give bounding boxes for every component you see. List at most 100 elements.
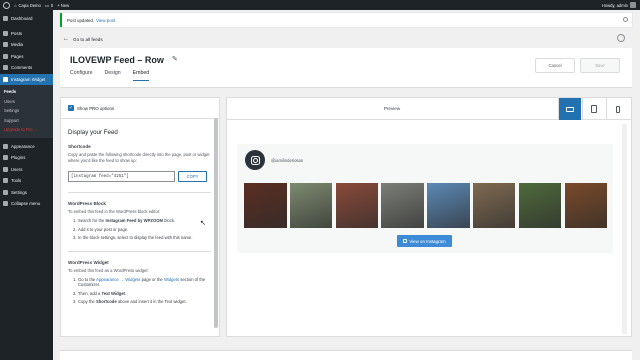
- users-icon: [3, 166, 8, 172]
- widget-step-1: 1. Go to the Appearance → Widgets page or…: [73, 276, 206, 288]
- plugin-icon: [3, 155, 8, 161]
- divider: [68, 192, 211, 193]
- cancel-button[interactable]: Cancel: [535, 58, 575, 73]
- save-button[interactable]: Save: [580, 58, 620, 73]
- admin-bar: ⌂ Capa Demo ▭ 0 + New Howdy, admin: [0, 0, 640, 10]
- sidebar-item-instagram-widget[interactable]: Instagram Widget: [0, 73, 53, 85]
- site-name-link[interactable]: ⌂ Capa Demo: [14, 3, 41, 8]
- sidebar-item-collapse-menu[interactable]: Collapse menu: [0, 198, 53, 210]
- media-icon: [3, 42, 8, 48]
- sidebar-item-plugins[interactable]: Plugins: [0, 152, 53, 164]
- preview-toolbar: Preview: [227, 98, 631, 120]
- pin-icon: [3, 30, 8, 36]
- sidebar-item-comments[interactable]: Comments: [0, 62, 53, 74]
- preview-scrollbar[interactable]: [622, 124, 627, 334]
- instagram-avatar: [245, 150, 265, 170]
- sidebar-item-dashboard[interactable]: Dashboard: [0, 13, 53, 25]
- instagram-photo[interactable]: [518, 183, 562, 228]
- dashboard-icon: [3, 16, 8, 22]
- tablet-view-button[interactable]: [582, 98, 605, 120]
- pencil-icon[interactable]: ✎: [172, 55, 178, 63]
- block-intro: To embed this feed in the WordPress bloc…: [68, 209, 161, 214]
- tab-configure[interactable]: Configure: [70, 70, 93, 81]
- divider: [68, 250, 211, 252]
- desktop-icon: [566, 106, 574, 112]
- admin-sidebar: Dashboard Posts Media Pages Comments Ins…: [0, 10, 53, 360]
- shortcode-description: Copy and paste the following shortcode d…: [68, 152, 210, 163]
- submenu-item-users[interactable]: Users: [0, 97, 53, 107]
- back-to-feeds-link[interactable]: ← Go to all feeds: [63, 36, 103, 42]
- avatar: [630, 2, 636, 8]
- home-icon: ⌂: [14, 2, 17, 8]
- wordpress-logo-icon[interactable]: [3, 1, 10, 9]
- feed-header: ILOVEWP Feed – Row ✎ Configure Design Em…: [60, 48, 632, 88]
- copy-button[interactable]: COPY: [178, 171, 207, 182]
- widgets-link[interactable]: Widgets: [164, 277, 179, 282]
- instagram-photo[interactable]: [289, 183, 333, 228]
- block-heading: WordPress Block: [68, 201, 106, 206]
- shortcode-heading: Shortcode: [68, 144, 91, 149]
- widget-intro: To embed this feed as a WordPress widget…: [68, 267, 149, 273]
- submenu-item-settings[interactable]: Settings: [0, 106, 53, 116]
- page-icon: [3, 53, 8, 59]
- instagram-photo[interactable]: [244, 183, 287, 228]
- sidebar-item-tools[interactable]: Tools: [0, 175, 53, 187]
- appearance-widgets-link[interactable]: Appearance → Widgets: [96, 277, 140, 282]
- sidebar-item-pages[interactable]: Pages: [0, 51, 53, 63]
- account-menu[interactable]: Howdy, admin: [602, 2, 636, 8]
- arrow-left-icon: ←: [63, 36, 69, 42]
- desktop-view-button[interactable]: [558, 98, 581, 120]
- instagram-submenu: Feeds Users Settings Support Upgrade to …: [0, 85, 53, 138]
- instagram-photo[interactable]: [427, 183, 470, 228]
- block-step-2: 2. Add it to your post or page.: [73, 226, 129, 232]
- submenu-item-feeds[interactable]: Feeds: [0, 87, 53, 97]
- gear-icon[interactable]: [617, 34, 625, 42]
- instagram-icon: [250, 155, 260, 165]
- widget-step-2: 2. Then, add a Text Widget.: [73, 290, 127, 296]
- instagram-photo[interactable]: [472, 183, 516, 228]
- comment-icon: [3, 65, 8, 71]
- instagram-photo[interactable]: [381, 183, 424, 228]
- collapse-icon: [3, 201, 8, 207]
- checkbox-checked-icon[interactable]: ✓: [68, 105, 74, 111]
- panel-scrollbar[interactable]: [214, 118, 218, 328]
- pro-options-toggle[interactable]: ✓ Show PRO options: [61, 98, 219, 119]
- embed-settings-panel: ✓ Show PRO options Display your Feed Sho…: [60, 97, 220, 337]
- notice-text: Post updated.: [67, 17, 95, 23]
- view-on-instagram-button[interactable]: View on Instagram: [397, 235, 452, 247]
- mobile-view-button[interactable]: [606, 98, 629, 120]
- comment-bubble-icon: ▭: [44, 2, 49, 8]
- shortcode-input[interactable]: [instagram feed="4251"]: [68, 171, 175, 182]
- sidebar-item-posts[interactable]: Posts: [0, 28, 53, 40]
- widget-step-3: 3. Copy the Shortcode above and insert it…: [73, 299, 187, 304]
- instagram-photo[interactable]: [335, 183, 379, 228]
- sidebar-item-media[interactable]: Media: [0, 39, 53, 51]
- comments-link[interactable]: ▭ 0: [45, 3, 53, 8]
- brush-icon: [3, 143, 8, 149]
- instagram-icon: [3, 76, 8, 82]
- mouse-cursor-icon: ↖: [200, 220, 206, 227]
- feed-title: ILOVEWP Feed – Row: [70, 55, 164, 65]
- settings-icon: [3, 189, 8, 195]
- instagram-photo[interactable]: [564, 183, 608, 228]
- tab-embed[interactable]: Embed: [132, 70, 150, 81]
- new-content-link[interactable]: + New: [57, 3, 69, 8]
- instagram-username: @iamilinderiosan: [271, 158, 304, 163]
- instagram-feed-preview: @iamilinderiosan View on Instagram: [237, 144, 613, 253]
- wrench-icon: [3, 178, 8, 184]
- mobile-icon: [616, 105, 620, 113]
- submenu-item-support[interactable]: Support: [0, 116, 53, 126]
- tab-design[interactable]: Design: [105, 70, 121, 81]
- widget-heading: WordPress Widget: [68, 259, 109, 265]
- preview-panel: Preview @iamilinderiosan View on Instagr…: [226, 97, 632, 337]
- preview-label: Preview: [383, 106, 401, 111]
- dismiss-icon[interactable]: [623, 17, 628, 22]
- sidebar-item-settings[interactable]: Settings: [0, 187, 53, 199]
- submenu-item-upgrade[interactable]: Upgrade to Pro →: [0, 125, 53, 135]
- block-step-3: 3. In the block settings, select to displ…: [73, 235, 193, 240]
- feed-tabs: Configure Design Embed: [70, 70, 150, 81]
- photo-grid: [244, 183, 608, 228]
- sidebar-item-users[interactable]: Users: [0, 164, 53, 176]
- view-post-link[interactable]: View post: [96, 18, 115, 23]
- sidebar-item-appearance[interactable]: Appearance: [0, 141, 53, 153]
